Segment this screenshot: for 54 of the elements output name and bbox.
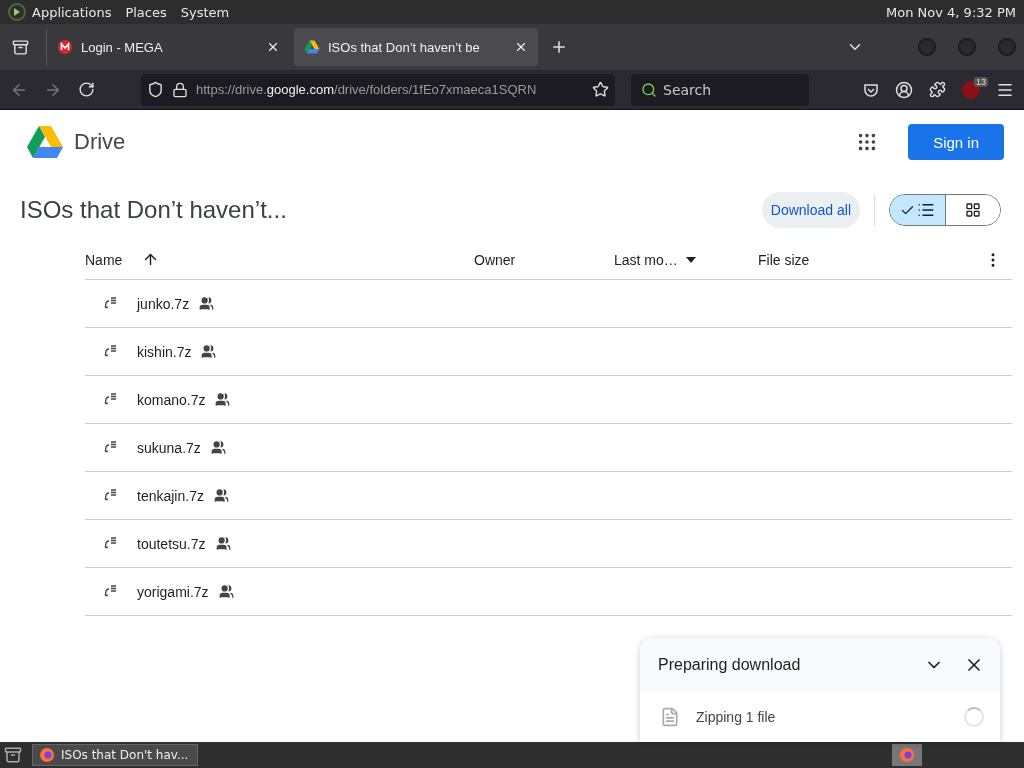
sign-in-button[interactable]: Sign in (908, 124, 1004, 160)
browser-tab[interactable]: ISOs that Don’t haven’t be (294, 28, 538, 66)
firefox-icon (899, 747, 915, 763)
address-bar[interactable]: https://drive.google.com/drive/folders/1fEo7xmaeca1SQRN (141, 73, 615, 106)
view-toggle-button[interactable] (945, 195, 1000, 225)
app-menu-icon[interactable] (8, 3, 26, 21)
show-desktop-icon[interactable] (4, 746, 22, 764)
download-status: Zipping 1 file (696, 709, 777, 725)
column-header[interactable]: File size (758, 251, 810, 268)
file-name[interactable]: sukuna.7z (137, 439, 201, 456)
file-name[interactable]: yorigami.7z (137, 583, 209, 600)
panel-menu[interactable]: Applications (32, 4, 112, 20)
account-icon[interactable] (895, 80, 913, 99)
new-tab-icon[interactable] (550, 38, 568, 56)
drive-logo-text: Drive (74, 129, 126, 155)
download-all-button[interactable]: Download all (761, 192, 860, 228)
file-name[interactable]: tenkajin.7z (137, 487, 204, 504)
caret-icon[interactable] (685, 256, 696, 263)
view-toggle-button[interactable] (890, 195, 945, 225)
list-view-icon (917, 201, 935, 219)
grid-view-icon (965, 202, 981, 218)
document-icon (660, 707, 680, 727)
drive-logo-icon (304, 40, 320, 54)
file-name[interactable]: junko.7z (137, 295, 190, 312)
panel-menu[interactable]: System (180, 4, 230, 20)
file-name[interactable]: kishin.7z (137, 343, 192, 360)
spinner-icon (964, 707, 984, 727)
firefox-icon (39, 747, 55, 763)
close-icon[interactable] (514, 40, 528, 54)
download-panel-title: Preparing download (658, 656, 802, 674)
pocket-icon[interactable] (863, 81, 879, 98)
browser-tab[interactable]: Login - MEGA (46, 28, 290, 66)
panel-menu[interactable]: Places (125, 4, 167, 20)
reload-icon[interactable] (78, 81, 95, 98)
column-header[interactable]: Last mo… (614, 251, 678, 268)
file-name[interactable]: toutetsu.7z (137, 535, 206, 552)
bookmark-star-icon[interactable] (592, 81, 609, 98)
search-field[interactable]: Search (631, 73, 809, 106)
lock-icon (172, 81, 188, 98)
notification-badge: 13 (974, 76, 988, 87)
drive-logo-icon (26, 125, 64, 159)
column-header[interactable]: Owner (474, 251, 516, 268)
clock: Mon Nov 4, 9:32 PM (886, 4, 1016, 20)
close-icon[interactable] (266, 40, 280, 54)
column-header[interactable]: Name (85, 251, 123, 268)
tab-overview-icon[interactable] (11, 38, 29, 56)
file-name[interactable]: komano.7z (137, 391, 206, 408)
search-icon (641, 81, 657, 98)
extensions-icon[interactable] (929, 81, 946, 98)
taskbar-window-button[interactable]: ISOs that Don't hav... (32, 744, 198, 766)
shield-icon (147, 81, 164, 98)
view-toggle[interactable] (889, 194, 1001, 226)
folder-title: ISOs that Don’t haven’t... (20, 196, 288, 224)
mega-logo-icon (57, 39, 73, 55)
